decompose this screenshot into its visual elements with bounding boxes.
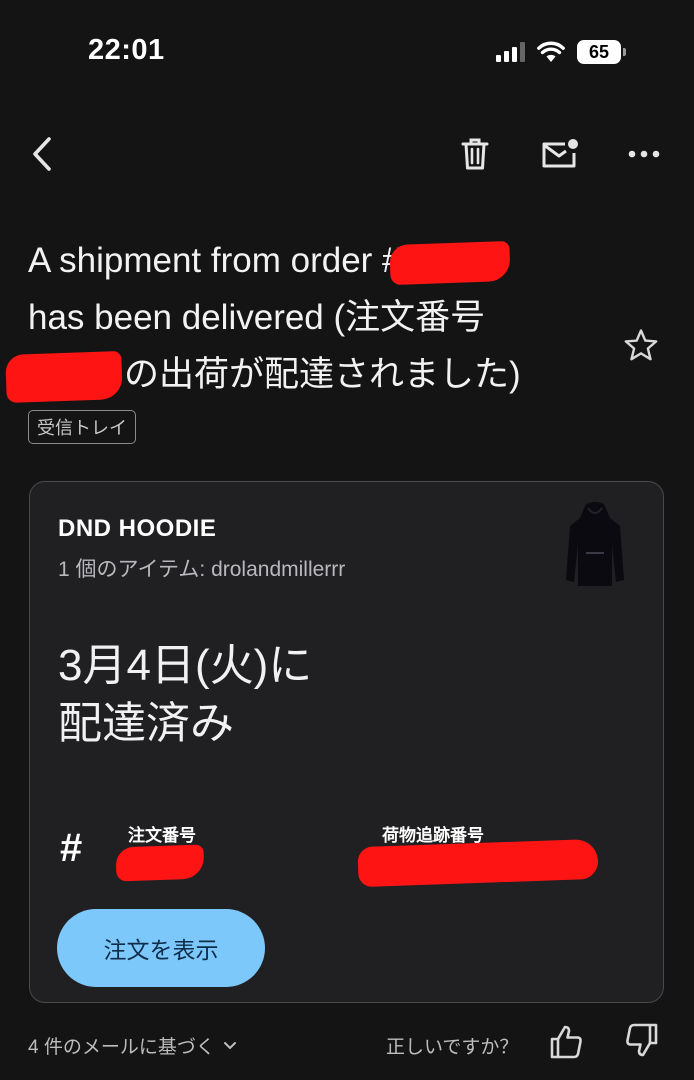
delivery-state: 配達済み (58, 699, 234, 748)
wifi-icon (537, 41, 565, 62)
hash-icon: # (60, 826, 83, 870)
product-name: DND HOODIE (58, 515, 217, 542)
redaction-mark (5, 350, 123, 403)
trash-icon[interactable] (455, 134, 495, 174)
chevron-down-icon (223, 1041, 236, 1049)
star-outline-icon[interactable] (621, 325, 661, 365)
battery-icon: 65 (577, 40, 626, 64)
redaction-mark (388, 240, 511, 285)
email-subject: A shipment from order # has been deliver… (5, 232, 588, 403)
battery-level: 65 (588, 41, 610, 62)
subject-line-1: A shipment from order # (28, 241, 402, 280)
more-options-icon[interactable] (624, 134, 664, 174)
order-number-label: 注文番号 (128, 826, 196, 845)
based-on-label: 4 件のメールに基づく (28, 1037, 215, 1058)
based-on-emails[interactable]: 4 件のメールに基づく (28, 1032, 237, 1059)
item-count-line: 1 個のアイテム: drolandmillerrr (58, 558, 346, 581)
inbox-label-chip[interactable]: 受信トレイ (28, 410, 136, 444)
mark-unread-icon[interactable] (538, 134, 582, 174)
redaction-mark (357, 838, 599, 888)
subject-line-2: has been delivered (注文番号 (28, 298, 486, 337)
signal-icon (496, 42, 525, 62)
thumbs-up-icon[interactable] (548, 1024, 584, 1065)
thumbs-down-icon[interactable] (624, 1022, 660, 1063)
tracking-number-label: 荷物追跡番号 (382, 826, 484, 845)
redaction-mark (115, 844, 205, 882)
status-time: 22:01 (88, 34, 165, 66)
feedback-question: 正しいですか？ (386, 1037, 519, 1058)
delivery-date: 3月4日(火)に (58, 641, 313, 690)
view-order-button[interactable]: 注文を表示 (57, 909, 265, 987)
back-arrow-icon[interactable] (22, 134, 62, 174)
delivery-status: 3月4日(火)に 配達済み (58, 637, 312, 753)
status-icons: 65 (496, 40, 626, 64)
hoodie-thumbnail (562, 500, 628, 595)
subject-line-3: の出荷が配達されました) (124, 355, 521, 394)
